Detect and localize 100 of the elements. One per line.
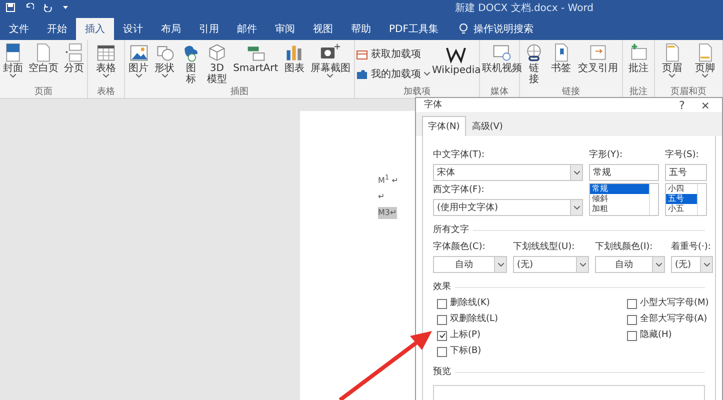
ribbon-button[interactable]: 图标 [180, 43, 202, 85]
list-option[interactable]: 加粗 [590, 204, 649, 214]
size-field[interactable]: 五号 [665, 164, 707, 181]
ribbon-button[interactable]: 封面 [2, 43, 24, 78]
group-label: 链接 [561, 87, 581, 98]
group-label: 页眉和页 [670, 87, 708, 98]
field-label: 西文字体(F): [433, 184, 486, 197]
ribbon-button[interactable]: 我的加载项 [356, 67, 430, 81]
select-field[interactable]: 自动 [433, 256, 507, 273]
checkbox[interactable] [437, 314, 447, 324]
ribbon-button[interactable]: 3D 模型 [206, 43, 228, 85]
ribbon-button[interactable]: 批注 [628, 43, 650, 74]
ribbon-tab[interactable]: 开始 [38, 18, 76, 40]
ribbon-tab[interactable]: PDF工具集 [380, 18, 448, 40]
ribbon-button[interactable]: Wikipedia [431, 43, 482, 76]
close-button[interactable]: × [696, 98, 714, 112]
group-label: 媒体 [490, 87, 510, 98]
ribbon-tab[interactable]: 文件 [0, 18, 38, 40]
ribbon-button[interactable]: 屏幕截图 [309, 43, 352, 78]
caret-icon [574, 170, 580, 174]
ribbon-button[interactable]: 页眉 [661, 43, 683, 78]
checkbox[interactable] [437, 346, 447, 356]
ribbon-button[interactable]: 图片 [128, 43, 150, 78]
ribbon-button[interactable]: 联机视频 [481, 43, 523, 74]
list-option[interactable]: 五号 [666, 194, 697, 204]
list-option[interactable]: 小四 [666, 184, 697, 194]
ribbon-tab[interactable]: 设计 [114, 18, 152, 40]
ribbon-button[interactable]: 表格 [95, 43, 117, 78]
lightbulb-icon [459, 23, 468, 35]
ribbon-button[interactable]: 分页 [62, 43, 85, 74]
list-option[interactable]: 小五 [666, 204, 697, 214]
ribbon-button[interactable]: SmartArt [232, 43, 280, 74]
field-label: 着重号(·): [671, 240, 712, 254]
field-label: 字体颜色(C): [433, 240, 486, 254]
ribbon-button[interactable]: 图表 [283, 43, 306, 74]
save-icon[interactable] [6, 3, 15, 12]
ribbon-button[interactable]: 空白页 [27, 43, 60, 74]
checkbox[interactable] [627, 314, 637, 324]
undo-icon[interactable] [25, 3, 34, 12]
help-button[interactable]: ? [674, 98, 689, 112]
ribbon-button[interactable]: 获取加载项 [356, 47, 430, 61]
list-option[interactable]: 倾斜 [590, 194, 649, 204]
select-field[interactable]: 自动 [595, 256, 665, 273]
ribbon-tab[interactable]: 邮件 [228, 18, 266, 40]
section-heading: 所有文字 [433, 224, 469, 237]
caret-icon [574, 206, 580, 210]
ribbon-tab[interactable]: 布局 [152, 18, 190, 40]
ribbon-tab[interactable]: 帮助 [342, 18, 380, 40]
caret-icon [424, 72, 430, 76]
checkbox[interactable] [437, 330, 447, 340]
group-label: 表格 [96, 87, 116, 98]
caret-icon [656, 262, 662, 266]
customize-caret-icon[interactable] [63, 6, 68, 10]
group-label: 批注 [628, 87, 648, 98]
store-icon [356, 48, 368, 60]
section-heading: 预览 [433, 366, 451, 379]
checkbox-label: 隐藏(H) [640, 329, 672, 342]
redo-icon[interactable] [44, 3, 53, 12]
ribbon-tab[interactable]: 视图 [304, 18, 342, 40]
checkbox[interactable] [437, 298, 447, 308]
field-label: 下划线线型(U): [513, 240, 576, 254]
checkbox-label: 下标(B) [450, 345, 482, 358]
ribbon-tab[interactable]: 审阅 [266, 18, 304, 40]
caret-icon [498, 262, 504, 266]
comment-icon [628, 43, 648, 63]
caret-icon [103, 74, 109, 78]
video-icon [492, 43, 512, 63]
shapes-icon [154, 43, 175, 63]
field-label: 中文字体(T): [433, 148, 486, 162]
select-field[interactable]: (无) [513, 256, 589, 273]
checkbox[interactable] [627, 298, 637, 308]
list-option[interactable]: 常规 [590, 184, 649, 194]
cube-icon [206, 43, 227, 63]
caret-icon [10, 74, 16, 78]
dialog-tab[interactable]: 高级(V) [466, 116, 509, 136]
puzzle-icon [356, 68, 368, 80]
checkbox-label: 双删除线(L) [450, 313, 498, 326]
select-field[interactable]: (无) [671, 256, 713, 273]
table-icon [96, 43, 116, 63]
ribbon-button[interactable]: 链接 [523, 43, 545, 85]
ribbon-tab[interactable]: 插入 [76, 18, 114, 40]
ribbon-button[interactable]: 形状 [154, 43, 176, 78]
ribbon-button[interactable]: 书签 [550, 43, 572, 74]
group-label: 页面 [34, 87, 54, 98]
ribbon-tab[interactable]: 引用 [190, 18, 228, 40]
cross-reference-icon [588, 43, 608, 63]
ribbon-button[interactable]: 页脚 [694, 43, 716, 78]
style-field[interactable]: 常规 [589, 164, 659, 181]
font-select[interactable]: 宋体 [433, 164, 583, 181]
checkbox-label: 小型大写字母(M) [640, 297, 709, 310]
group-label: 插图 [230, 87, 250, 98]
globe-link-icon [524, 43, 544, 63]
field-label: 下划线颜色(I): [595, 240, 654, 254]
dialog-tab[interactable]: 字体(N) [422, 116, 466, 136]
dialog-title: 字体 [424, 98, 443, 112]
font-select[interactable]: (使用中文字体) [433, 199, 583, 216]
checkbox[interactable] [627, 330, 637, 340]
caret-icon [669, 74, 675, 78]
ribbon-button[interactable]: 交叉引用 [577, 43, 619, 74]
search-hint[interactable]: 操作说明搜索 [473, 22, 534, 36]
